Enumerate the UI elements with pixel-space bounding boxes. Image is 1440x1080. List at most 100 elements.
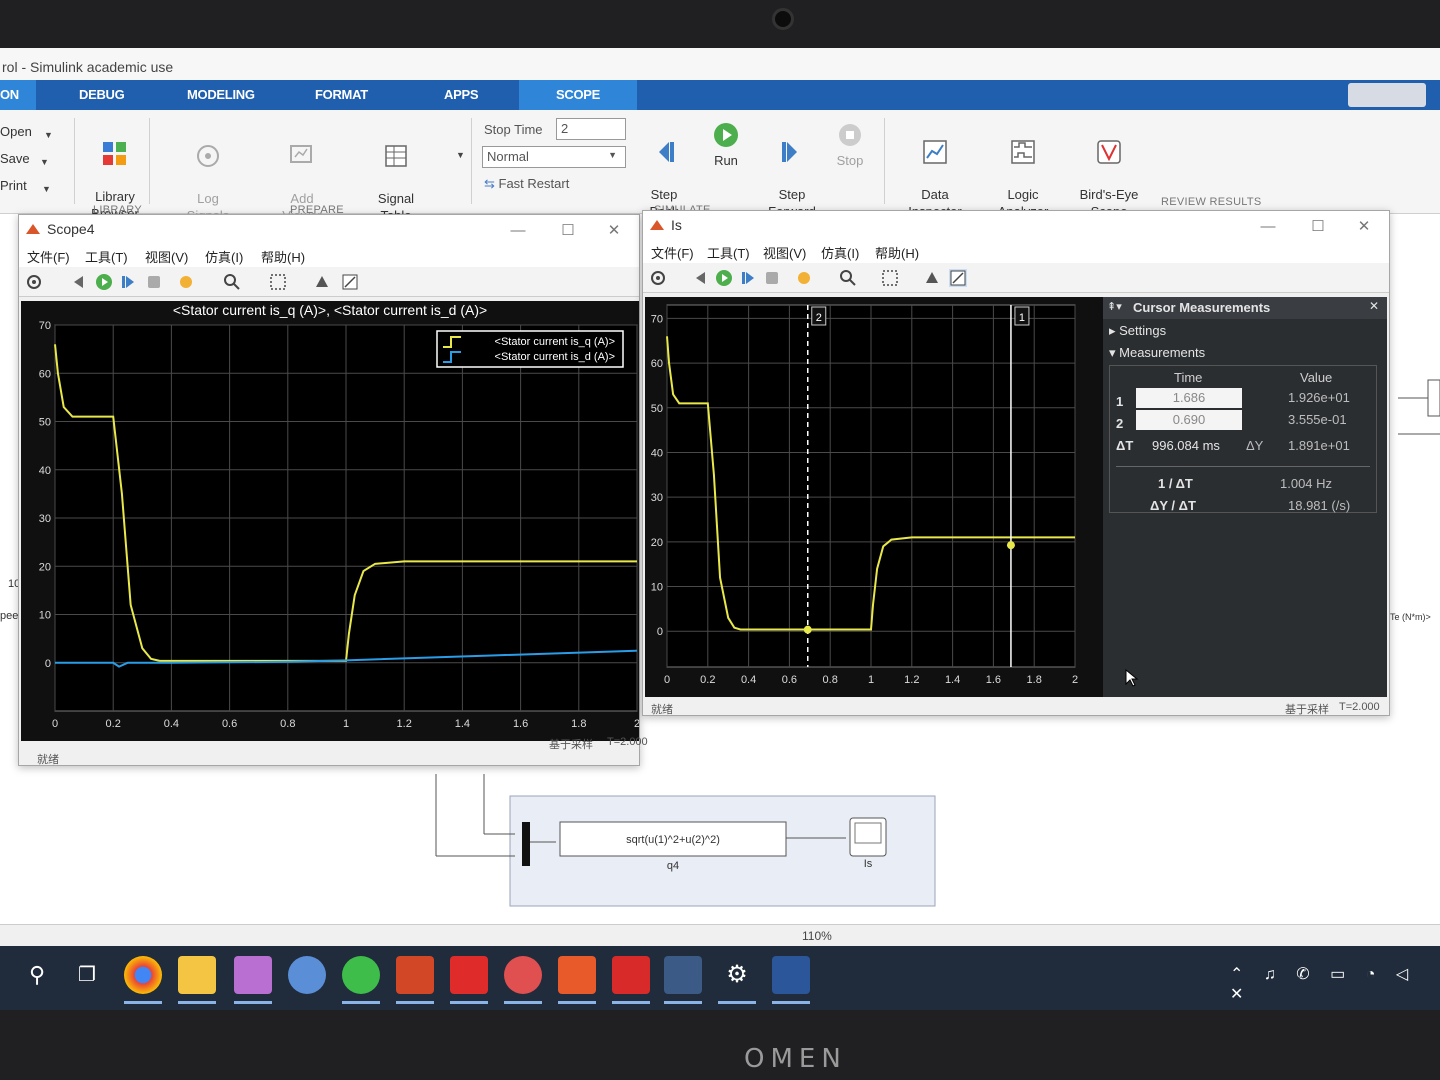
chevron-down-icon[interactable]: ▼ [456, 150, 465, 160]
app-icon[interactable] [504, 956, 542, 994]
y-tick-label: 10 [39, 610, 51, 622]
word-icon[interactable] [772, 956, 810, 994]
close-icon[interactable]: ✕ [1341, 213, 1387, 241]
menu-simulation[interactable]: 仿真(I) [205, 247, 243, 266]
stop-time-input[interactable]: 2 [556, 118, 626, 140]
fit-to-view-icon[interactable] [881, 269, 899, 287]
mouse-pointer-icon [1125, 669, 1139, 687]
fast-restart-toggle[interactable]: ⇆ Fast Restart [484, 176, 569, 192]
scope-screen-icon [854, 822, 882, 844]
cursor-measurements-icon[interactable] [949, 269, 967, 287]
y-tick-label: 60 [651, 358, 663, 370]
menu-tools[interactable]: 工具(T) [85, 247, 128, 266]
stop-icon[interactable] [763, 269, 781, 287]
scope4-window[interactable]: Scope4 — ☐ ✕ 文件(F) 工具(T) 视图(V) 仿真(I) 帮助(… [18, 214, 648, 766]
highlight-icon[interactable] [795, 269, 813, 287]
menu-file[interactable]: 文件(F) [651, 243, 694, 262]
scope4-title-bar[interactable]: Scope4 — ☐ ✕ [19, 215, 639, 243]
menu-help[interactable]: 帮助(H) [261, 247, 305, 266]
menu-view[interactable]: 视图(V) [763, 243, 806, 262]
menu-file[interactable]: 文件(F) [27, 247, 70, 266]
menu-tools[interactable]: 工具(T) [707, 243, 750, 262]
fit-to-view-icon[interactable] [269, 273, 287, 291]
is-scope-window[interactable]: Is — ☐ ✕ 文件(F) 工具(T) 视图(V) 仿真(I) 帮助(H) 0… [642, 210, 1390, 716]
cursor-measurements-icon[interactable] [341, 273, 359, 291]
tab-debug[interactable]: DEBUG [79, 80, 125, 110]
data-inspector-button[interactable]: Data Inspector [899, 122, 971, 220]
log-signals-button[interactable]: Log Signals [172, 126, 244, 224]
settings-section[interactable]: ▸ Settings [1109, 323, 1166, 339]
signal-table-button[interactable]: Signal Table [360, 126, 432, 224]
settings-icon[interactable] [25, 273, 43, 291]
is-title-bar[interactable]: Is — ☐ ✕ [643, 211, 1389, 239]
quick-access-toolbar[interactable] [1348, 83, 1426, 107]
system-tray[interactable]: ⌃ ♫ ✆ ▭ ◔ ◁ ✕ [1230, 964, 1440, 1004]
app-icon[interactable] [450, 956, 488, 994]
gear-icon[interactable]: ⚙ [718, 956, 756, 994]
panel-pin-icon[interactable]: ⇞▾ [1107, 300, 1122, 313]
maximize-icon[interactable]: ☐ [1295, 213, 1341, 241]
close-icon[interactable]: ✕ [591, 217, 637, 245]
chevron-down-icon[interactable]: ▼ [42, 184, 51, 194]
save-menu[interactable]: Save [0, 151, 30, 166]
chrome-icon[interactable] [124, 956, 162, 994]
cursor-1-time-input[interactable]: 1.686 [1136, 388, 1242, 408]
dy-dt-label: ΔY / ΔT [1150, 498, 1196, 513]
run-icon[interactable] [715, 269, 733, 287]
file-explorer-icon[interactable] [178, 956, 216, 994]
measurements-section[interactable]: ▾ Measurements [1109, 345, 1205, 361]
edge-block[interactable] [1427, 379, 1440, 417]
tab-apps[interactable]: APPS [444, 80, 479, 110]
step-forward-icon[interactable] [119, 273, 137, 291]
stop-button[interactable]: Stop [828, 122, 872, 169]
step-back-icon[interactable] [691, 269, 709, 287]
taskbar-indicator [612, 1001, 650, 1004]
run-button[interactable]: Run [702, 122, 750, 169]
cursor-2-time-input[interactable]: 0.690 [1136, 410, 1242, 430]
step-forward-icon[interactable] [739, 269, 757, 287]
step-back-icon[interactable] [69, 273, 87, 291]
matlab-icon[interactable] [664, 956, 702, 994]
app-icon[interactable] [288, 956, 326, 994]
menu-simulation[interactable]: 仿真(I) [821, 243, 859, 262]
minimize-icon[interactable]: — [495, 217, 541, 245]
open-menu[interactable]: Open [0, 124, 32, 139]
cursor-1-id: 1 [1116, 394, 1124, 409]
search-icon[interactable]: ⚲ [18, 956, 56, 994]
minimize-icon[interactable]: — [1245, 213, 1291, 241]
menu-view[interactable]: 视图(V) [145, 247, 188, 266]
zoom-in-icon[interactable] [839, 269, 857, 287]
maximize-icon[interactable]: ☐ [545, 217, 591, 245]
tab-simulation[interactable]: ON [0, 80, 36, 110]
x-tick-label: 0.8 [823, 674, 838, 686]
simulation-mode-select[interactable]: Normal ▼ [482, 146, 626, 168]
triggers-icon[interactable] [923, 269, 941, 287]
tab-scope[interactable]: SCOPE [519, 80, 637, 110]
chevron-down-icon[interactable]: ▼ [40, 157, 49, 167]
app-icon[interactable] [234, 956, 272, 994]
step-forward-button[interactable]: Step Forward [764, 122, 820, 220]
is-status-time: T=2.000 [1339, 701, 1380, 713]
tab-format[interactable]: FORMAT [315, 80, 368, 110]
scope4-plot-area[interactable]: <Stator current is_q (A)>, <Stator curre… [21, 301, 640, 741]
pdf-icon[interactable] [612, 956, 650, 994]
highlight-icon[interactable] [177, 273, 195, 291]
task-view-icon[interactable]: ❐ [68, 956, 106, 994]
tab-modeling[interactable]: MODELING [187, 80, 255, 110]
wechat-icon[interactable] [342, 956, 380, 994]
powerpoint-icon[interactable] [396, 956, 434, 994]
close-icon[interactable]: ✕ [1369, 299, 1379, 313]
mux-block[interactable] [522, 822, 530, 866]
run-icon[interactable] [95, 273, 113, 291]
zoom-in-icon[interactable] [223, 273, 241, 291]
chevron-down-icon[interactable]: ▼ [44, 130, 53, 140]
settings-icon[interactable] [649, 269, 667, 287]
menu-help[interactable]: 帮助(H) [875, 243, 919, 262]
triggers-icon[interactable] [313, 273, 331, 291]
logic-analyzer-button[interactable]: Logic Analyzer [987, 122, 1059, 220]
birds-eye-scope-button[interactable]: Bird's-Eye Scope [1073, 122, 1145, 220]
print-menu[interactable]: Print [0, 178, 27, 193]
is-plot-area[interactable]: 0 0.2 0.4 0.6 0.8 1 1.2 1.4 1.6 1.8 2 0 10 20 30 40 50 60… [645, 297, 1103, 697]
stop-icon[interactable] [145, 273, 163, 291]
app-icon[interactable] [558, 956, 596, 994]
